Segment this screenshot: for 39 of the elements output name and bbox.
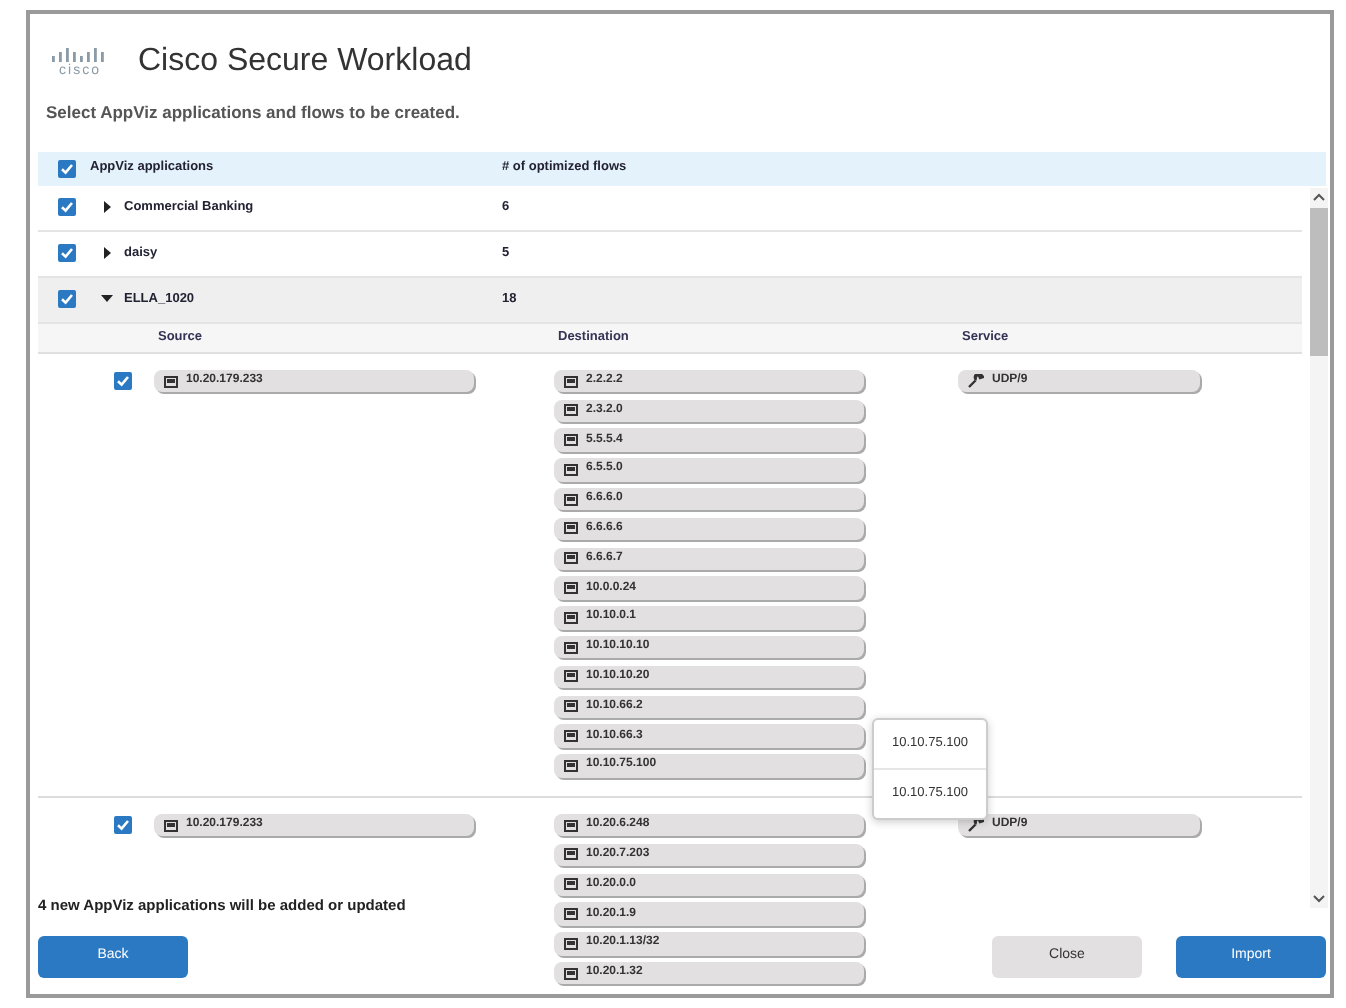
monitor-icon (564, 759, 578, 772)
monitor-icon (564, 670, 578, 683)
monitor-icon (164, 375, 178, 387)
monitor-icon (564, 582, 578, 595)
wrench-icon (968, 818, 984, 833)
monitor-icon (564, 463, 578, 476)
monitor-icon (564, 375, 578, 387)
monitor-icon (564, 967, 578, 980)
monitor-icon (564, 611, 578, 624)
checkbox[interactable] (58, 290, 76, 309)
scrollbar-thumb[interactable] (1310, 207, 1328, 356)
subtitle: Select AppViz applications and flows to be created. (46, 100, 462, 126)
checkbox[interactable] (58, 198, 76, 217)
wrench-icon (968, 374, 984, 388)
monitor-icon (564, 908, 578, 921)
checkbox[interactable] (114, 371, 132, 390)
monitor-icon (564, 552, 578, 565)
chevron-down-icon[interactable] (1312, 893, 1326, 904)
caret-right-icon[interactable] (100, 246, 114, 261)
monitor-icon (564, 878, 578, 891)
monitor-icon (564, 404, 578, 417)
monitor-icon (564, 700, 578, 713)
monitor-icon (164, 819, 178, 832)
monitor-icon (564, 937, 578, 950)
scrollbar[interactable] (1310, 187, 1328, 908)
monitor-icon (564, 819, 578, 832)
checkbox[interactable] (114, 815, 132, 834)
caret-right-icon[interactable] (100, 200, 114, 215)
monitor-icon (564, 434, 578, 447)
select-all-checkbox[interactable] (58, 159, 76, 178)
monitor-icon (564, 641, 578, 654)
monitor-icon (564, 730, 578, 743)
caret-down-icon[interactable] (100, 292, 114, 307)
chevron-up-icon[interactable] (1312, 191, 1326, 202)
monitor-icon (564, 848, 578, 861)
checkbox[interactable] (58, 244, 76, 263)
monitor-icon (564, 522, 578, 535)
app-title: Cisco Secure Workload (138, 42, 472, 82)
monitor-icon (564, 493, 578, 506)
